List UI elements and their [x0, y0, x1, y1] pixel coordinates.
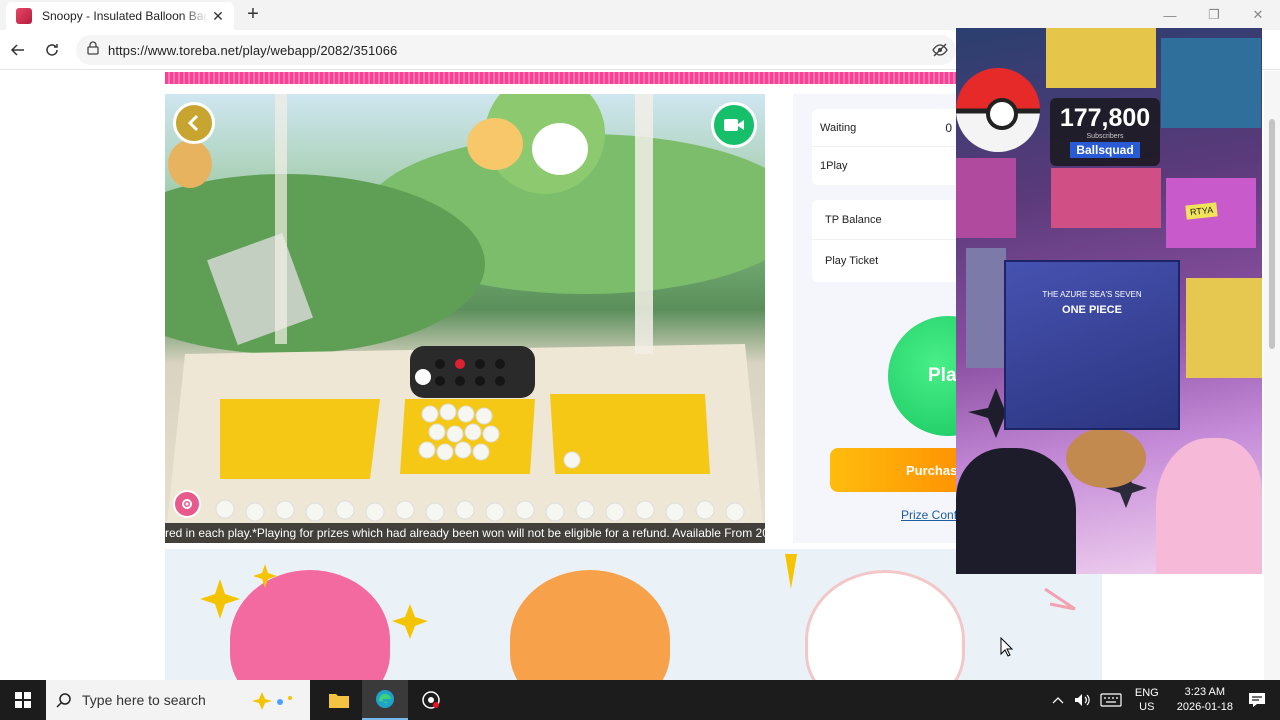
balance-card: TP Balance Play Ticket: [812, 200, 972, 282]
machine-scene: [165, 94, 765, 543]
waiting-count: 0: [945, 120, 952, 135]
windows-logo-icon: [15, 692, 31, 708]
back-arrow-icon[interactable]: [6, 38, 30, 62]
play-panel: Waiting 0 1Play TP Balance Play Ticket P…: [793, 94, 1008, 543]
settings-button[interactable]: [173, 490, 201, 518]
search-highlight-icon: [248, 690, 298, 717]
search-placeholder: Type here to search: [82, 692, 206, 708]
back-button[interactable]: [173, 102, 215, 144]
crane-game-video[interactable]: red in each play.*Playing for prizes whi…: [165, 94, 765, 543]
keyboard-icon[interactable]: [1100, 693, 1122, 707]
one-piece-booster-box: THE AZURE SEA'S SEVEN ONE PIECE: [1004, 260, 1180, 430]
stream-overlay: THE AZURE SEA'S SEVEN ONE PIECE RTYA 177…: [956, 28, 1262, 574]
notifications-icon[interactable]: [1248, 692, 1266, 708]
waiting-row: Waiting 0: [812, 109, 972, 147]
subscriber-label: Subscribers: [1086, 133, 1124, 140]
waiting-label: Waiting: [820, 121, 857, 134]
gear-icon: [182, 499, 192, 509]
chevron-up-icon[interactable]: [1052, 696, 1064, 704]
scrollbar-thumb[interactable]: [1269, 119, 1275, 349]
tp-balance-label: TP Balance: [825, 213, 882, 226]
one-play-label: 1Play: [820, 160, 848, 172]
start-button[interactable]: [0, 680, 46, 720]
address-bar[interactable]: https://www.toreba.net/play/webapp/2082/…: [76, 35, 956, 65]
tab-bar: Snoopy - Insulated Balloon Bag S ✕ + — ❐…: [0, 0, 1280, 30]
minimize-icon[interactable]: —: [1148, 0, 1192, 30]
window-controls: — ❐ ✕: [1148, 0, 1280, 30]
chevron-left-icon: [187, 114, 199, 132]
page-scrollbar[interactable]: [1264, 71, 1280, 680]
notice-ticker: red in each play.*Playing for prizes whi…: [165, 523, 765, 543]
one-play-row: 1Play: [812, 147, 972, 185]
lang-line-2: US: [1139, 701, 1155, 713]
browser-tab[interactable]: Snoopy - Insulated Balloon Bag S ✕: [6, 2, 234, 30]
clock[interactable]: 3:23 AM 2026-01-18: [1177, 685, 1233, 715]
header-stripe: [165, 72, 965, 84]
queue-card: Waiting 0 1Play: [812, 109, 972, 185]
system-tray: ENG US 3:23 AM 2026-01-18: [1047, 680, 1280, 720]
channel-name: Ballsquad: [1070, 142, 1140, 158]
umbreon-art: [956, 448, 1076, 574]
clock-time: 3:23 AM: [1184, 686, 1226, 698]
subscriber-counter: 177,800 Subscribers Ballsquad: [1050, 98, 1160, 166]
prize-confirmation-link[interactable]: Prize Confi: [901, 508, 960, 522]
search-icon: [56, 693, 71, 708]
subscriber-count: 177,800: [1059, 104, 1151, 132]
close-window-icon[interactable]: ✕: [1236, 0, 1280, 30]
site-info-icon[interactable]: [86, 40, 100, 60]
edge-browser-app[interactable]: [362, 680, 408, 720]
taskbar-search[interactable]: Type here to search: [46, 680, 310, 720]
tp-balance-row: TP Balance: [812, 200, 972, 240]
camera-switch-button[interactable]: [711, 102, 757, 148]
clock-date: 2026-01-18: [1176, 701, 1233, 713]
tracking-prevention-icon[interactable]: [932, 42, 948, 63]
reload-icon[interactable]: [40, 38, 64, 62]
sylveon-art: [1156, 438, 1262, 574]
play-ticket-label: Play Ticket: [825, 255, 879, 267]
close-tab-icon[interactable]: ✕: [210, 8, 226, 25]
edge-icon: [376, 690, 394, 708]
obs-icon: [422, 691, 440, 709]
site-favicon-icon: [16, 8, 32, 24]
play-ticket-row: Play Ticket: [812, 240, 972, 282]
taskbar: Type here to search ENG US 3:23 AM 2026-…: [0, 680, 1280, 720]
obs-recording-app[interactable]: [408, 680, 454, 720]
folder-icon: [329, 694, 349, 708]
box-label-top: THE AZURE SEA'S SEVEN: [1042, 290, 1142, 299]
mouse-cursor-icon: [1000, 637, 1014, 657]
volume-icon[interactable]: [1074, 693, 1090, 707]
maximize-icon[interactable]: ❐: [1192, 0, 1236, 30]
input-language[interactable]: ENG US: [1135, 686, 1159, 714]
new-tab-icon[interactable]: +: [243, 4, 263, 24]
box-brand: ONE PIECE: [1062, 304, 1122, 316]
url-text: https://www.toreba.net/play/webapp/2082/…: [108, 42, 398, 58]
camera-icon: [724, 119, 744, 131]
tab-title: Snoopy - Insulated Balloon Bag S: [42, 9, 208, 23]
lang-line-1: ENG: [1134, 687, 1159, 699]
file-explorer-app[interactable]: [316, 680, 362, 720]
